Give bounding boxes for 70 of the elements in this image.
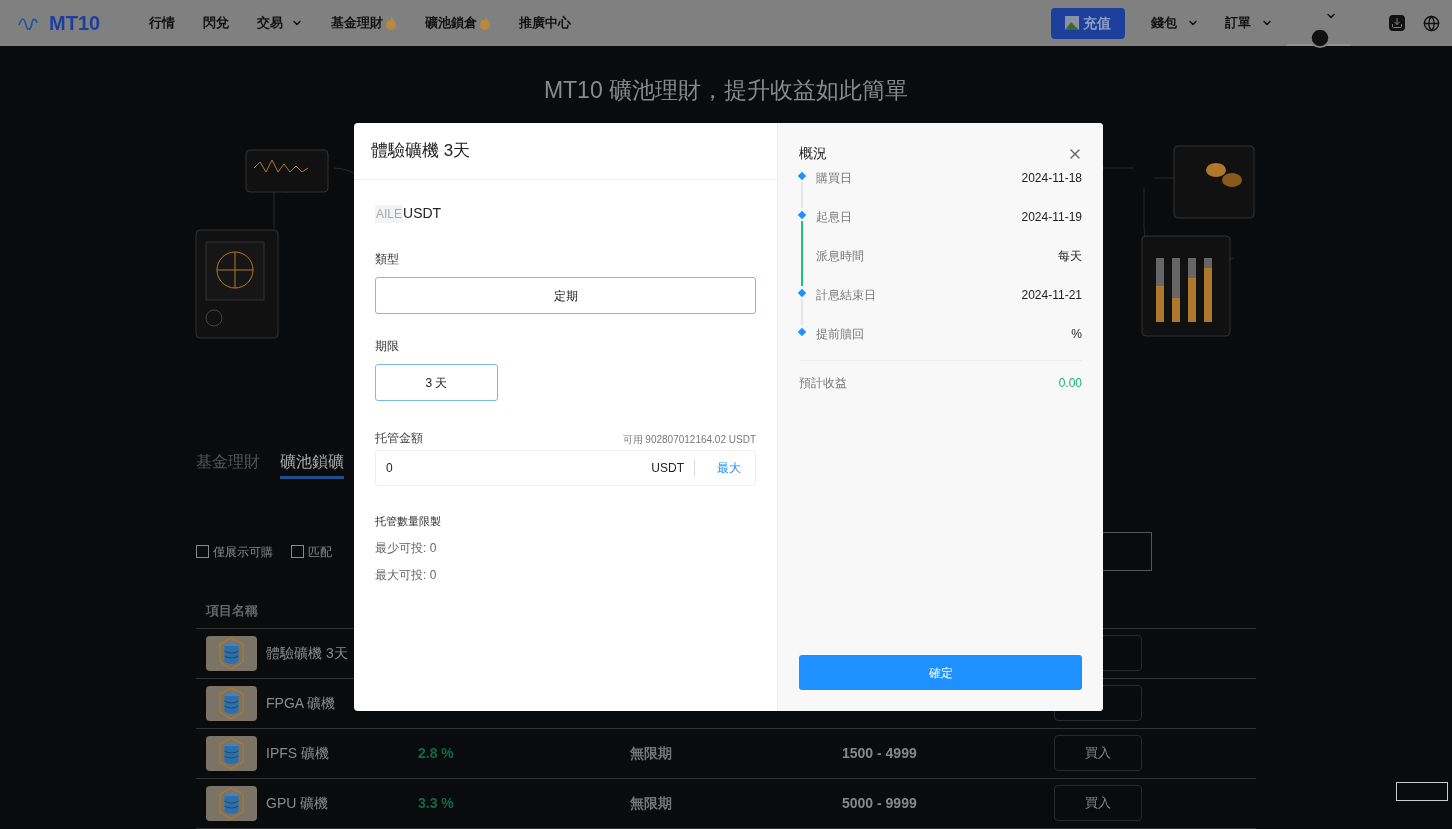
buy-button[interactable]: 買入 (1054, 785, 1142, 821)
limit-text: 最大可投: 0 (375, 566, 438, 584)
tab[interactable]: 礦池鎖礦 (280, 449, 344, 479)
tab[interactable]: 基金理財 (196, 449, 260, 479)
nav-link[interactable]: 礦池鎖倉 (425, 13, 492, 33)
rate-cell-text: 2.8 % (418, 743, 455, 763)
deposit-button[interactable]: 充值 (1051, 7, 1125, 39)
estimate-label: 預計收益 (799, 375, 847, 392)
timeline-label: 提前贖回 (816, 326, 864, 343)
database-icon (206, 785, 257, 821)
field-label: 托管金額 (375, 430, 423, 447)
field-label: 期限 (375, 338, 400, 355)
timeline-value: 2024-11-21 (1021, 287, 1082, 304)
overview-title: 概況 (799, 144, 827, 163)
project-name: FPGA 礦機 (266, 693, 336, 713)
nav-link[interactable]: 閃兌 (203, 13, 230, 33)
project-name: 體驗礦機 3天 (266, 643, 348, 663)
limit-text: 最少可投: 0 (375, 539, 438, 557)
timeline-label: 計息結束日 (816, 287, 876, 304)
checkbox[interactable] (291, 545, 304, 558)
rate-cell-text: 3.3 % (418, 793, 455, 813)
max-link[interactable]: 最大 (717, 459, 741, 477)
confirm-button[interactable]: 確定 (799, 655, 1082, 690)
checkbox[interactable] (196, 545, 209, 558)
timeline-label: 派息時間 (816, 248, 864, 265)
nav-link[interactable]: 交易 (257, 13, 304, 33)
amount-field[interactable]: 0 USDT 最大 (375, 450, 756, 486)
user-avatar-icon[interactable] (1309, 27, 1331, 49)
dialog-title: 體驗礦機 3天 (371, 140, 471, 163)
database-icon (206, 685, 257, 721)
term-option[interactable]: 3 天 (375, 364, 498, 401)
filter-label: 匹配 (308, 543, 332, 561)
database-icon (206, 635, 257, 671)
field-label: 類型 (375, 251, 400, 268)
buy-button[interactable]: 買入 (1054, 735, 1142, 771)
unit-label: USDT (651, 459, 695, 477)
image-icon (1065, 16, 1079, 30)
nav-link[interactable]: 基金理財 (331, 13, 398, 33)
coin-name: USDT (403, 204, 442, 223)
term-cell-text: 無限期 (630, 743, 673, 763)
nav-menu[interactable]: 錢包 (1151, 13, 1199, 33)
timeline-value: % (1071, 326, 1082, 343)
estimate-value: 0.00 (1058, 375, 1082, 392)
range-cell-text: 1500 - 4999 (842, 743, 918, 763)
project-name: IPFS 礦機 (266, 743, 329, 763)
timeline-value: 2024-11-18 (1021, 170, 1082, 187)
broken-coin-image: AILE (375, 204, 403, 223)
timeline-label: 購買日 (816, 170, 852, 187)
amount-value: 0 (386, 460, 393, 477)
nav-menu[interactable]: 訂單 (1225, 13, 1273, 33)
type-option[interactable]: 定期 (375, 277, 756, 314)
column-header: 項目名稱 (206, 601, 258, 620)
timeline-value: 每天 (1058, 248, 1082, 265)
logo-icon (18, 16, 38, 30)
range-cell-text: 5000 - 9999 (842, 793, 918, 813)
nav-link[interactable]: 推廣中心 (519, 13, 572, 33)
broken-image-icon (1396, 782, 1448, 801)
project-name: GPU 礦機 (266, 793, 329, 813)
database-icon (206, 735, 257, 771)
globe-icon[interactable] (1423, 14, 1440, 32)
available-balance: 可用 902807012164.02 USDT (622, 433, 756, 447)
nav-link[interactable]: 行情 (149, 13, 176, 33)
download-icon[interactable] (1389, 15, 1405, 31)
timeline-label: 起息日 (816, 209, 852, 226)
limits-title: 托管數量限製 (375, 514, 442, 529)
hero-title: MT10 礦池理財，提升收益如此簡單 (542, 76, 910, 105)
filter-label: 僅展示可購 (213, 543, 273, 561)
logo-text: MT10 (49, 11, 101, 36)
timeline-value: 2024-11-19 (1021, 209, 1082, 226)
term-cell-text: 無限期 (630, 793, 673, 813)
